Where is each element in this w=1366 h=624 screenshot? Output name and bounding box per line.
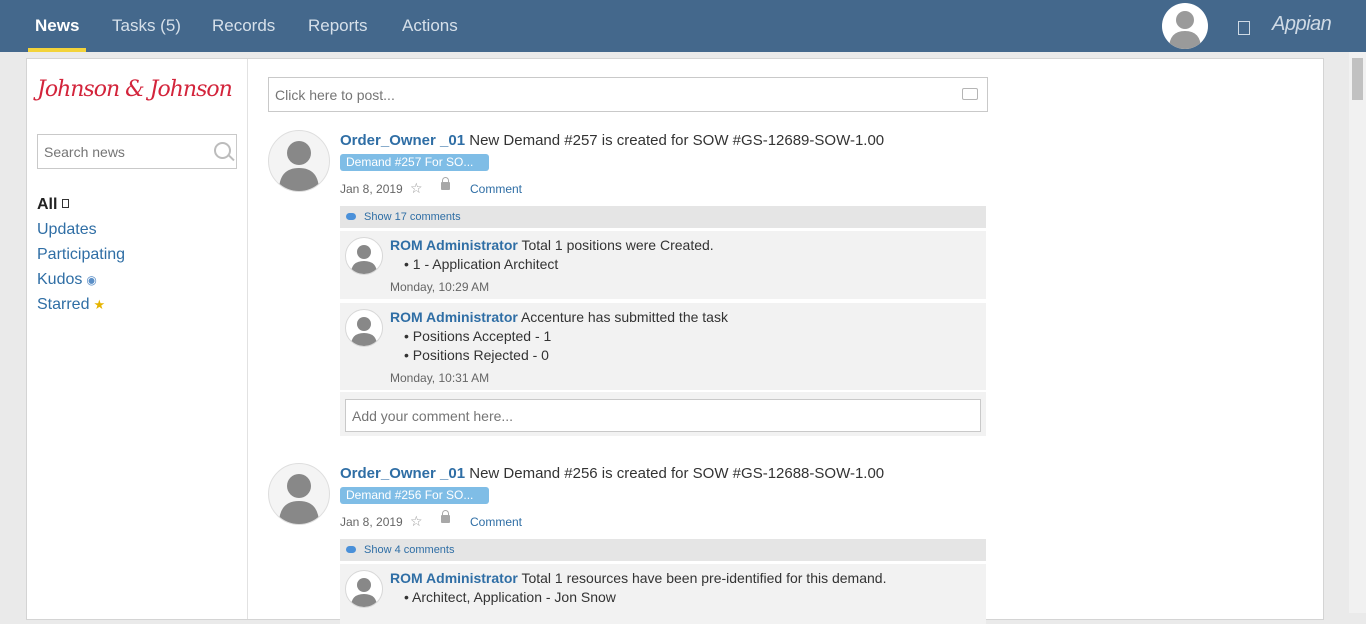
- add-comment-area: [340, 392, 986, 436]
- top-nav-bar: News Tasks (5) Records Reports Actions A…: [0, 0, 1366, 52]
- comment-line: ROM Administrator Accenture has submitte…: [390, 309, 728, 325]
- appian-logo: Appian: [1272, 13, 1332, 35]
- star-outline-icon[interactable]: ☆: [410, 513, 423, 530]
- star-outline-icon[interactable]: ☆: [410, 180, 423, 197]
- post-box[interactable]: [268, 77, 988, 112]
- comment-user-link[interactable]: ROM Administrator: [390, 570, 518, 586]
- page-scrollbar[interactable]: [1349, 52, 1366, 613]
- entry-text: New Demand #256 is created for SOW #GS-1…: [469, 465, 885, 482]
- filter-participating[interactable]: Participating: [37, 246, 125, 264]
- entry-date: Jan 8, 2019: [340, 515, 403, 529]
- chat-icon: [346, 213, 356, 220]
- comment-time: Monday, 10:31 AM: [390, 371, 490, 385]
- post-input[interactable]: [269, 78, 937, 111]
- filter-kudos[interactable]: Kudos ◉: [37, 271, 97, 289]
- chat-icon: [346, 546, 356, 553]
- tab-reports[interactable]: Reports: [308, 0, 368, 52]
- avatar[interactable]: [268, 463, 330, 525]
- lock-icon: [441, 177, 450, 190]
- entry-user-link[interactable]: Order_Owner _01: [340, 465, 465, 482]
- comment-item: ROM Administrator Accenture has submitte…: [340, 303, 986, 390]
- company-logo: Johnson & Johnson: [37, 77, 233, 102]
- avatar[interactable]: [345, 570, 383, 608]
- lock-icon: [441, 510, 450, 523]
- comment-text: Total 1 positions were Created.: [521, 237, 714, 253]
- comment-line: ROM Administrator Total 1 positions were…: [390, 237, 714, 253]
- comment-item: ROM Administrator Total 1 resources have…: [340, 564, 986, 624]
- record-tag[interactable]: Demand #257 For SO...: [340, 154, 490, 171]
- avatar[interactable]: [345, 309, 383, 347]
- settings-icon[interactable]: [1238, 21, 1250, 35]
- entry-meta: Jan 8, 2019 ☆ Comment: [340, 177, 522, 196]
- show-comments-bar[interactable]: Show 4 comments: [340, 539, 986, 561]
- comment-bullet: • Positions Rejected - 0: [404, 347, 549, 363]
- avatar[interactable]: [345, 237, 383, 275]
- medal-icon: ◉: [86, 273, 97, 287]
- filter-starred-label: Starred: [37, 296, 90, 313]
- user-avatar[interactable]: [1162, 3, 1208, 49]
- add-comment-input[interactable]: [345, 399, 981, 432]
- entry-user-link[interactable]: Order_Owner _01: [340, 132, 465, 149]
- tab-actions[interactable]: Actions: [402, 0, 458, 52]
- tab-news[interactable]: News: [27, 0, 87, 52]
- search-news-input[interactable]: [38, 135, 206, 168]
- tab-tasks[interactable]: Tasks (5): [112, 0, 181, 52]
- filter-starred[interactable]: Starred ★: [37, 296, 105, 314]
- search-news-box[interactable]: [37, 134, 237, 169]
- tab-records[interactable]: Records: [212, 0, 275, 52]
- comment-bullet: • Positions Accepted - 1: [404, 328, 552, 344]
- avatar[interactable]: [268, 130, 330, 192]
- filter-all-label: All: [37, 196, 58, 213]
- star-icon: ★: [93, 297, 106, 312]
- news-sidebar: Johnson & Johnson All Updates Participat…: [27, 59, 248, 619]
- comment-time: Monday, 10:29 AM: [390, 280, 490, 294]
- record-tag[interactable]: Demand #256 For SO...: [340, 487, 490, 504]
- comment-bullet: • Architect, Application - Jon Snow: [404, 589, 616, 605]
- comment-item: ROM Administrator Total 1 positions were…: [340, 231, 986, 299]
- comment-text: Total 1 resources have been pre-identifi…: [521, 570, 887, 586]
- feed-icon: [62, 199, 70, 208]
- entry-text: New Demand #257 is created for SOW #GS-1…: [469, 132, 885, 149]
- comment-line: ROM Administrator Total 1 resources have…: [390, 570, 886, 586]
- show-comments-label: Show 17 comments: [364, 211, 461, 223]
- comment-link[interactable]: Comment: [470, 182, 522, 196]
- comment-link[interactable]: Comment: [470, 515, 522, 529]
- comment-user-link[interactable]: ROM Administrator: [390, 309, 518, 325]
- filter-updates[interactable]: Updates: [37, 221, 97, 239]
- entry-meta: Jan 8, 2019 ☆ Comment: [340, 510, 522, 529]
- speech-bubble-icon: [962, 88, 978, 100]
- comment-bullet: • 1 - Application Architect: [404, 256, 559, 272]
- comment-text: Accenture has submitted the task: [520, 309, 728, 325]
- show-comments-label: Show 4 comments: [364, 544, 455, 556]
- scrollbar-thumb[interactable]: [1352, 58, 1363, 100]
- show-comments-bar[interactable]: Show 17 comments: [340, 206, 986, 228]
- filter-kudos-label: Kudos: [37, 271, 83, 288]
- entry-headline: Order_Owner _01 New Demand #256 is creat…: [340, 465, 884, 482]
- entry-date: Jan 8, 2019: [340, 182, 403, 196]
- news-frame: Johnson & Johnson All Updates Participat…: [26, 58, 1324, 624]
- filter-all[interactable]: All: [37, 196, 70, 214]
- search-icon[interactable]: [214, 142, 231, 159]
- entry-headline: Order_Owner _01 New Demand #257 is creat…: [340, 132, 884, 149]
- comment-user-link[interactable]: ROM Administrator: [390, 237, 518, 253]
